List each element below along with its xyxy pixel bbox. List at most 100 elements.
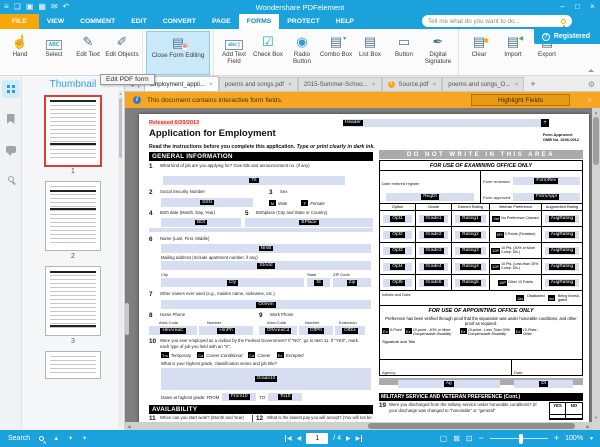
search-panel-button[interactable] xyxy=(2,170,20,188)
form-field-strip[interactable] xyxy=(149,228,373,232)
button-field-button[interactable]: ▭ Button xyxy=(387,31,421,75)
form-field-home-phone[interactable]: HmPh xyxy=(199,326,253,336)
form-field-work-area-code[interactable]: OffAreaCd xyxy=(259,326,297,336)
doc-tab-summer-school[interactable]: 2015-Summer-Schoo... × xyxy=(297,77,382,91)
five-point-checkbox[interactable]: Ex xyxy=(382,328,389,335)
tab-close-icon[interactable]: × xyxy=(288,81,292,88)
form-field-grade1[interactable]: Grade1 xyxy=(418,214,449,223)
form-field-other-names[interactable]: OthNm xyxy=(161,300,371,310)
horizontal-scrollbar[interactable]: ◀ ▶ xyxy=(125,422,592,430)
tab-forms[interactable]: FORMS xyxy=(238,14,280,29)
form-field-register-date[interactable]: RegDt xyxy=(385,193,475,201)
vet-pref-checkbox[interactable]: 10P xyxy=(497,279,508,286)
form-field-aug4[interactable]: AugRating xyxy=(544,262,580,271)
print-icon[interactable]: ▦ xyxy=(38,0,46,14)
last-page-button[interactable]: ▶ xyxy=(356,435,363,442)
new-tab-button[interactable]: + xyxy=(524,79,541,91)
search-icon[interactable] xyxy=(39,436,45,441)
bookmark-panel-button[interactable] xyxy=(2,110,20,128)
combo-box-button[interactable]: ▤ ▾ Combo Box xyxy=(319,31,353,75)
scrollbar-track[interactable] xyxy=(133,422,584,430)
temporary-checkbox[interactable]: Tm xyxy=(161,352,169,359)
form-field-to-date[interactable]: To10 xyxy=(268,393,303,402)
import-button[interactable]: ▤ ◀ Import xyxy=(496,31,530,75)
form-field-work-extension[interactable]: OffEx xyxy=(335,326,365,336)
prev-page-button[interactable]: ◀ xyxy=(297,435,302,442)
form-field-from-date[interactable]: From10 xyxy=(222,393,257,402)
form-field-rating1[interactable]: Rating1 xyxy=(454,214,487,223)
first-page-button[interactable]: ◀ xyxy=(285,435,292,442)
female-checkbox[interactable]: F xyxy=(301,200,309,206)
form-field-name[interactable]: NmB xyxy=(161,244,371,253)
tab-comment[interactable]: COMMENT xyxy=(72,14,123,29)
sidebar-splitter-handle[interactable] xyxy=(125,303,129,335)
select-tool-button[interactable]: ABC Select xyxy=(37,31,71,75)
form-field-grade4[interactable]: Grade4 xyxy=(418,262,449,271)
form-field-rating5[interactable]: Rating5 xyxy=(454,278,487,287)
form-field-opt5[interactable]: Opt5 xyxy=(382,278,413,287)
disallowed-checkbox[interactable]: Dis xyxy=(516,295,525,302)
form-field-grade5[interactable]: Grade5 xyxy=(418,278,449,287)
thumbnail-scrollbar[interactable]: ▲ xyxy=(118,90,123,428)
save-icon[interactable]: ▣ xyxy=(26,0,34,14)
search-next-icon[interactable]: ✦ xyxy=(82,435,87,442)
check-box-button[interactable]: ☑ Check Box xyxy=(251,31,285,75)
scrollbar-thumb[interactable] xyxy=(367,423,575,429)
form-field-rating3[interactable]: Rating3 xyxy=(454,246,487,255)
next-page-button[interactable]: ▶ xyxy=(346,435,351,442)
fit-width-view-icon[interactable]: ⊡ xyxy=(466,434,473,443)
form-field-home-area-code[interactable]: HmAreaC xyxy=(149,326,197,336)
form-field-date[interactable]: Dt xyxy=(514,380,574,389)
tab-page[interactable]: PAGE xyxy=(204,14,239,29)
tab-close-icon[interactable]: × xyxy=(209,81,213,88)
doc-tab-source[interactable]: ! Source.pdf × xyxy=(381,77,443,91)
tab-protect[interactable]: PROTECT xyxy=(279,14,327,29)
form-field-city[interactable]: Cty xyxy=(161,278,304,288)
page-thumbnail-1[interactable] xyxy=(44,95,102,167)
zoom-level[interactable]: 100% xyxy=(565,435,583,442)
form-field-grade[interactable]: Grade10 xyxy=(161,368,371,391)
form-field-aug5[interactable]: AugRating xyxy=(544,278,580,287)
page-number-input[interactable]: 1 xyxy=(306,433,329,444)
vet-pref-checkbox[interactable]: 5Pt xyxy=(495,231,504,238)
gear-icon[interactable]: ⚙ xyxy=(588,80,595,89)
doc-tab-poems[interactable]: poems and songs.pdf × xyxy=(218,77,298,91)
investigated-checkbox[interactable]: Inv xyxy=(547,295,555,302)
page-thumbnail-3[interactable] xyxy=(45,266,101,336)
notification-close-icon[interactable]: × xyxy=(587,96,592,105)
list-box-button[interactable]: ▤ List Box xyxy=(353,31,387,75)
scroll-left-icon[interactable]: ◀ xyxy=(125,424,133,429)
menu-icon[interactable]: ≡ xyxy=(4,0,9,14)
close-form-editing-button[interactable]: ▤ ⊗ Close Form Editing xyxy=(146,31,210,75)
ten-point-other-checkbox[interactable]: Ex xyxy=(514,328,522,335)
scroll-up-icon[interactable]: ▲ xyxy=(118,91,123,96)
scroll-right-icon[interactable]: ▶ xyxy=(584,424,592,429)
form-field-work-phone[interactable]: OffPh xyxy=(299,326,333,336)
form-field-rating2[interactable]: Rating2 xyxy=(454,230,487,239)
form-field-aug2[interactable]: AugRating xyxy=(544,230,580,239)
yes-cell[interactable] xyxy=(550,414,566,420)
comment-panel-button[interactable] xyxy=(2,140,20,158)
scroll-up-icon[interactable]: ▲ xyxy=(53,436,59,442)
expand-icon[interactable]: + xyxy=(541,119,549,127)
page-thumbnail-2[interactable] xyxy=(45,181,101,251)
zoom-in-button[interactable]: + xyxy=(554,434,559,443)
doc-tab-poems-copy[interactable]: poems and songs_O... × xyxy=(442,77,525,91)
tell-me-search-input[interactable]: Tell me what do you want to do... xyxy=(422,15,572,27)
form-field-ssn[interactable]: SSN xyxy=(161,198,253,207)
tab-edit[interactable]: EDIT xyxy=(123,14,154,29)
male-checkbox[interactable]: M xyxy=(269,200,276,206)
form-field-job-title[interactable]: Tit xyxy=(163,176,345,185)
maximize-button[interactable]: □ xyxy=(570,0,585,14)
tab-file[interactable]: FILE xyxy=(0,14,39,29)
ten-point-30-checkbox[interactable]: Ex xyxy=(404,328,412,335)
edit-objects-button[interactable]: ✐ Edit Objects xyxy=(105,31,139,75)
single-page-view-icon[interactable]: ▢ xyxy=(440,434,448,443)
search-label[interactable]: Search xyxy=(8,435,30,442)
minimize-button[interactable]: – xyxy=(555,0,570,14)
form-field-address[interactable]: StAdd xyxy=(161,261,371,271)
form-field-opt4[interactable]: Opt4 xyxy=(382,262,413,271)
add-text-field-button[interactable]: abc | Add Text Field xyxy=(217,31,251,75)
vet-pref-checkbox[interactable]: Vet xyxy=(492,215,501,222)
tab-close-icon[interactable]: × xyxy=(432,81,436,88)
